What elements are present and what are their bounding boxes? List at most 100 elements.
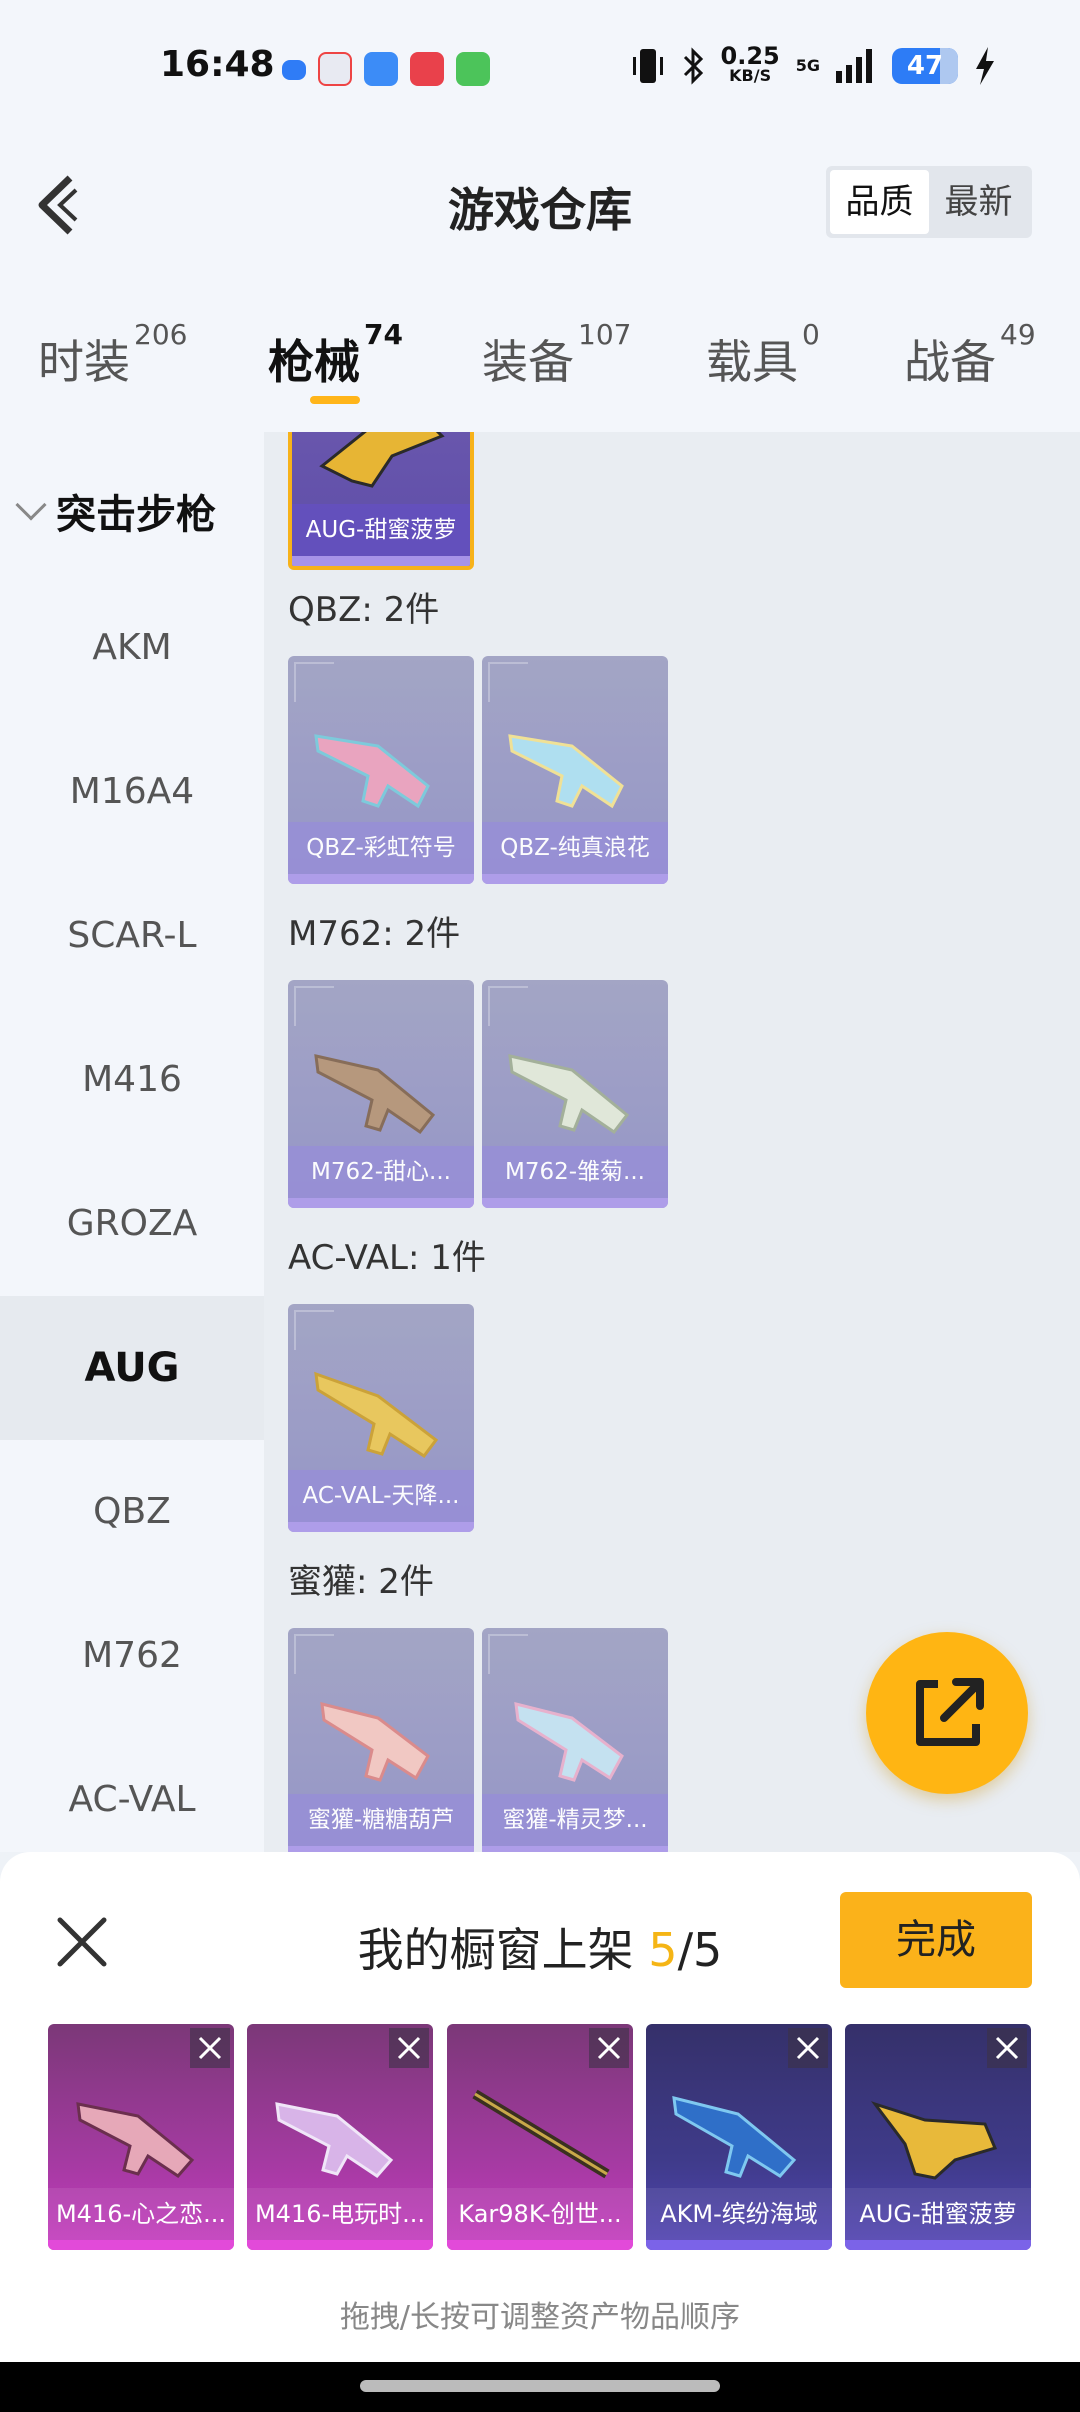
section-title-ac-val: AC-VAL: 1件 bbox=[288, 1238, 486, 1278]
weapon-sidebar: 突击步枪 AKM M16A4 SCAR-L M416 GROZA AUG QBZ… bbox=[0, 432, 264, 1852]
weapon-card[interactable]: QBZ-纯真浪花 bbox=[482, 656, 668, 884]
bluetooth-icon bbox=[683, 47, 703, 85]
home-indicator[interactable] bbox=[360, 2380, 720, 2392]
weapon-card-label: QBZ-彩虹符号 bbox=[288, 822, 474, 874]
showcase-slot[interactable]: M416-电玩时... bbox=[247, 2024, 433, 2250]
weapon-card-label: AC-VAL-天降... bbox=[288, 1470, 474, 1522]
remove-icon[interactable] bbox=[389, 2028, 429, 2068]
showcase-panel: 我的橱窗上架 5/5 完成 M416-心之恋... M416-电玩时... Ka… bbox=[0, 1852, 1080, 2362]
remove-icon[interactable] bbox=[987, 2028, 1027, 2068]
weapon-card[interactable]: AC-VAL-天降... bbox=[288, 1304, 474, 1532]
category-tabs: 时装206 枪械74 装备107 载具0 战备49 bbox=[0, 270, 1080, 432]
network-type: 5G bbox=[795, 56, 820, 75]
showcase-slot[interactable]: Kar98K-创世... bbox=[447, 2024, 633, 2250]
battery-level: 47 bbox=[906, 51, 944, 81]
sidebar-item-ac-val[interactable]: AC-VAL bbox=[0, 1728, 264, 1872]
weapon-card-stripe bbox=[292, 556, 470, 566]
battery-indicator: 47 bbox=[892, 48, 958, 84]
honey-badger-gun-icon bbox=[320, 1702, 430, 1782]
share-button[interactable] bbox=[866, 1632, 1028, 1794]
weapon-card[interactable]: M762-甜心... bbox=[288, 980, 474, 1208]
weapon-card-label: M762-甜心... bbox=[288, 1146, 474, 1198]
aug-gun-icon bbox=[870, 2101, 998, 2180]
sidebar-item-scar-l[interactable]: SCAR-L bbox=[0, 864, 264, 1008]
app-notification-icon bbox=[282, 60, 306, 80]
tab-outfits[interactable]: 时装206 bbox=[38, 318, 187, 392]
tab-equipment[interactable]: 装备107 bbox=[482, 318, 631, 392]
tab-count: 0 bbox=[802, 318, 820, 351]
honey-badger-gun-icon bbox=[514, 1702, 624, 1782]
weapon-card[interactable]: QBZ-彩虹符号 bbox=[288, 656, 474, 884]
notification-icons bbox=[282, 52, 490, 86]
tab-label: 枪械 bbox=[268, 335, 360, 389]
app-header: 游戏仓库 品质 最新 bbox=[0, 140, 1080, 270]
map-notification-icon bbox=[318, 52, 352, 86]
sidebar-item-groza[interactable]: GROZA bbox=[0, 1152, 264, 1296]
showcase-slot-stripe bbox=[247, 2240, 433, 2250]
weapon-card-selected[interactable]: AUG-甜蜜菠萝 bbox=[288, 432, 474, 570]
weapon-card-stripe bbox=[288, 874, 474, 884]
tab-supplies[interactable]: 战备49 bbox=[904, 318, 1036, 392]
sort-newest-button[interactable]: 最新 bbox=[929, 170, 1028, 234]
tab-weapons[interactable]: 枪械74 bbox=[268, 318, 403, 392]
chevron-down-icon bbox=[15, 489, 47, 521]
sidebar-item-m416[interactable]: M416 bbox=[0, 1008, 264, 1152]
m762-gun-icon bbox=[314, 1054, 436, 1135]
tab-label: 战备 bbox=[904, 335, 996, 389]
message-notification-icon bbox=[456, 52, 490, 86]
vibrate-icon bbox=[632, 49, 663, 83]
kar98k-gun-icon bbox=[472, 2089, 610, 2179]
reorder-hint: 拖拽/长按可调整资产物品顺序 bbox=[339, 2300, 741, 2335]
sidebar-group-assault-rifles[interactable]: 突击步枪 bbox=[15, 482, 216, 540]
weapon-card-label: AUG-甜蜜菠萝 bbox=[292, 504, 470, 556]
sort-quality-button[interactable]: 品质 bbox=[830, 170, 929, 234]
weapon-card-label: M762-雏菊... bbox=[482, 1146, 668, 1198]
showcase-slot[interactable]: AKM-缤纷海域 bbox=[646, 2024, 832, 2250]
weapon-card-label: 蜜獾-糖糖葫芦 bbox=[288, 1794, 474, 1846]
signal-icon bbox=[836, 49, 872, 83]
status-right: 0.25 KB/S 5G 47 bbox=[631, 44, 996, 86]
tab-label: 载具 bbox=[706, 335, 798, 389]
done-button[interactable]: 完成 bbox=[840, 1892, 1032, 1988]
tab-count: 49 bbox=[1000, 318, 1036, 351]
akm-gun-icon bbox=[672, 2096, 797, 2178]
weapon-card-label: 蜜獾-精灵梦... bbox=[482, 1794, 668, 1846]
tab-vehicles[interactable]: 载具0 bbox=[706, 318, 820, 392]
sidebar-item-akm[interactable]: AKM bbox=[0, 576, 264, 720]
showcase-slot-stripe bbox=[48, 2240, 234, 2250]
weapon-card[interactable]: M762-雏菊... bbox=[482, 980, 668, 1208]
showcase-slot[interactable]: AUG-甜蜜菠萝 bbox=[845, 2024, 1031, 2250]
showcase-slot-label: AKM-缤纷海域 bbox=[646, 2188, 832, 2240]
weapon-card[interactable]: 蜜獾-糖糖葫芦 bbox=[288, 1628, 474, 1852]
net-speed-unit: KB/S bbox=[729, 66, 772, 85]
showcase-slot[interactable]: M416-心之恋... bbox=[48, 2024, 234, 2250]
tab-count: 206 bbox=[134, 318, 188, 351]
remove-icon[interactable] bbox=[190, 2028, 230, 2068]
m416-gun-icon bbox=[275, 2102, 394, 2178]
showcase-slot-stripe bbox=[447, 2240, 633, 2250]
sidebar-item-qbz[interactable]: QBZ bbox=[0, 1440, 264, 1584]
remove-icon[interactable] bbox=[788, 2028, 828, 2068]
remove-icon[interactable] bbox=[589, 2028, 629, 2068]
showcase-slot-label: M416-心之恋... bbox=[48, 2188, 234, 2240]
active-tab-indicator bbox=[310, 396, 360, 404]
weapon-card-stripe bbox=[482, 1198, 668, 1208]
showcase-slot-label: M416-电玩时... bbox=[247, 2188, 433, 2240]
weapon-card-stripe bbox=[482, 874, 668, 884]
game-notification-icon bbox=[410, 52, 444, 86]
charging-icon bbox=[976, 47, 994, 85]
sidebar-item-m16a4[interactable]: M16A4 bbox=[0, 720, 264, 864]
status-time: 16:48 bbox=[160, 44, 275, 85]
net-speed: 0.25 KB/S bbox=[721, 44, 780, 86]
qbz-gun-icon bbox=[508, 734, 624, 809]
weapon-card-stripe bbox=[288, 1522, 474, 1532]
section-title-qbz: QBZ: 2件 bbox=[288, 590, 440, 630]
sidebar-item-m762[interactable]: M762 bbox=[0, 1584, 264, 1728]
system-nav-bar bbox=[0, 2362, 1080, 2412]
weapon-card[interactable]: 蜜獾-精灵梦... bbox=[482, 1628, 668, 1852]
ac-val-gun-icon bbox=[314, 1371, 439, 1459]
m762-gun-icon bbox=[508, 1054, 630, 1135]
sort-toggle: 品质 最新 bbox=[826, 166, 1032, 238]
showcase-total: /5 bbox=[677, 1923, 723, 1977]
sidebar-item-aug[interactable]: AUG bbox=[0, 1296, 264, 1440]
